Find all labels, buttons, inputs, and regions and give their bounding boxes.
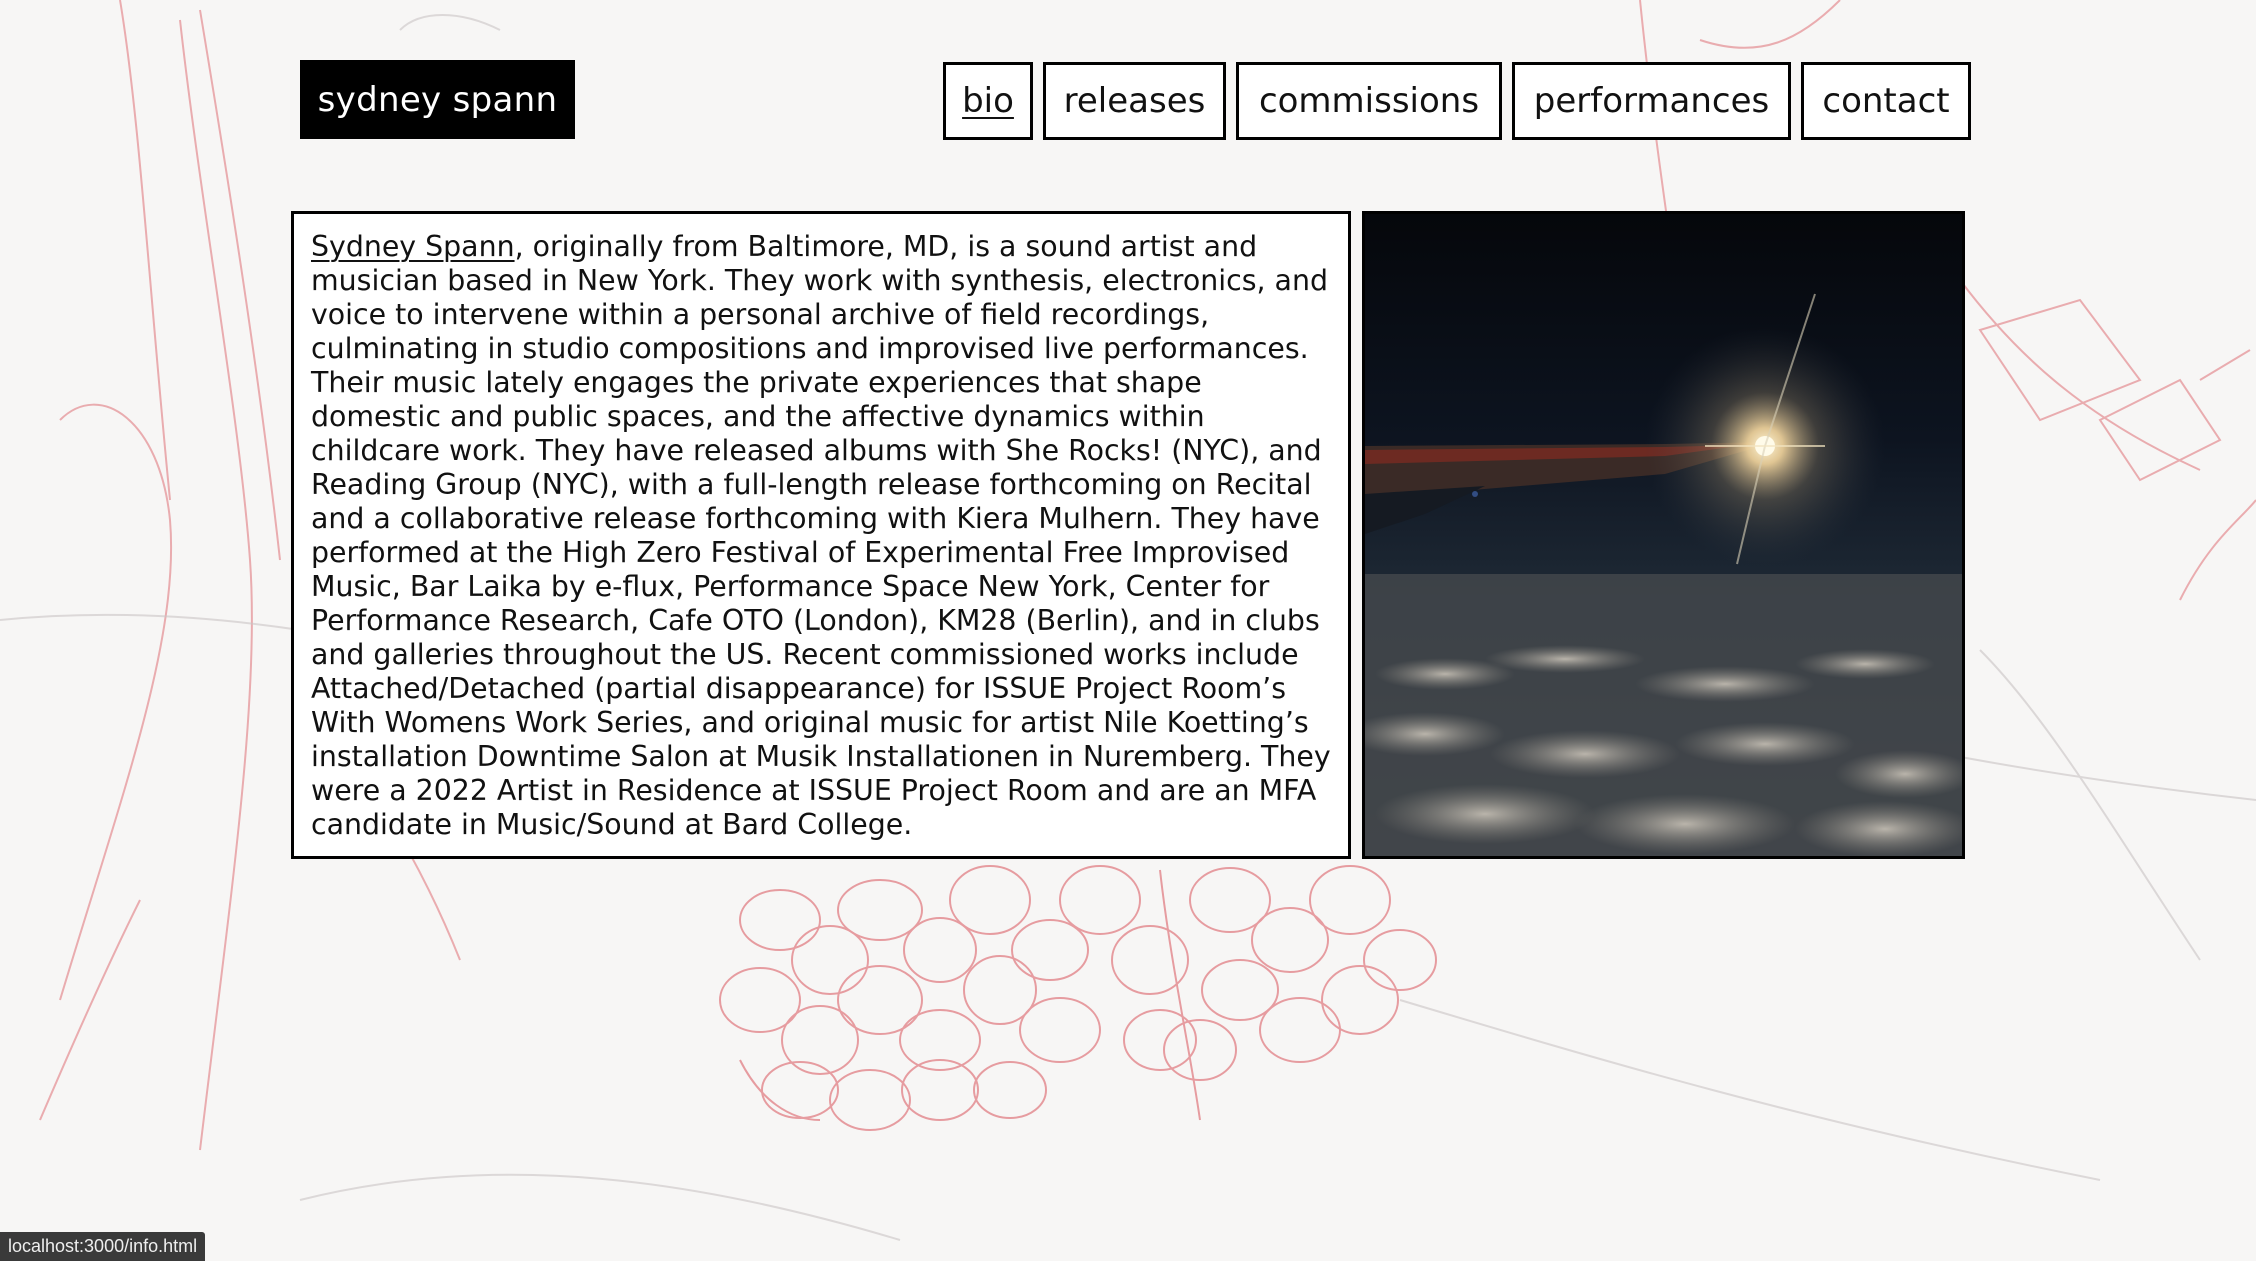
bio-paragraph: , originally from Baltimore, MD, is a so… xyxy=(311,230,1331,841)
nav-item-label: performances xyxy=(1533,81,1770,121)
bio-text-box: Sydney Spann, originally from Baltimore,… xyxy=(291,211,1351,859)
site-logo[interactable]: sydney spann xyxy=(300,60,575,139)
night-airplane-wing-photo-image xyxy=(1365,214,1962,856)
bio-photo xyxy=(1362,211,1965,859)
nav-item-releases[interactable]: releases xyxy=(1043,62,1226,140)
nav-item-label: bio xyxy=(962,81,1014,121)
bio-name-link[interactable]: Sydney Spann xyxy=(311,230,515,263)
nav-item-label: contact xyxy=(1822,81,1950,121)
status-bar-url: localhost:3000/info.html xyxy=(0,1232,206,1261)
nav-item-performances[interactable]: performances xyxy=(1512,62,1791,140)
nav-item-commissions[interactable]: commissions xyxy=(1236,62,1502,140)
main-nav: bio releases commissions performances co… xyxy=(943,62,1971,140)
nav-item-label: releases xyxy=(1063,81,1206,121)
nav-item-bio[interactable]: bio xyxy=(943,62,1033,140)
nav-item-label: commissions xyxy=(1258,81,1480,121)
nav-item-contact[interactable]: contact xyxy=(1801,62,1971,140)
site-logo-text: sydney spann xyxy=(317,79,558,120)
